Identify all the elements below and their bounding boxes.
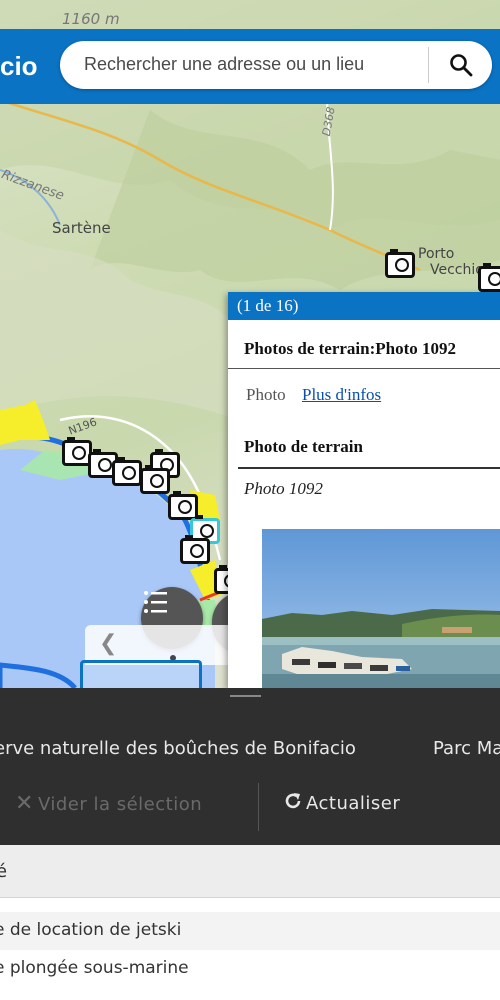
clear-selection-label: Vider la sélection: [37, 794, 203, 815]
popup-counter: (1 de 16): [237, 296, 299, 315]
popup-divider: [238, 467, 500, 469]
field-photo[interactable]: [262, 529, 500, 688]
search-input[interactable]: Rechercher une adresse ou un lieu: [84, 54, 364, 75]
photo-marker-icon[interactable]: [140, 465, 170, 494]
search-button[interactable]: [432, 41, 490, 89]
feature-carousel[interactable]: ❮: [85, 625, 230, 665]
feature-popup: (1 de 16) Photos de terrain:Photo 1092 P…: [228, 292, 500, 688]
list-header: é: [0, 845, 500, 898]
photo-field-label: Photo: [246, 385, 286, 404]
refresh-label: Actualiser: [306, 793, 401, 814]
tab-parc-marin[interactable]: Parc Ma: [433, 738, 500, 759]
photo-marker-icon[interactable]: [478, 263, 500, 292]
app-header: cio Rechercher une adresse ou un lieu: [0, 29, 500, 104]
list-item-label: e plongée sous-marine: [0, 958, 189, 978]
clear-selection-button[interactable]: ✕ Vider la sélection: [15, 791, 202, 816]
more-info-link[interactable]: Plus d'infos: [302, 385, 381, 405]
popup-title: Photos de terrain:Photo 1092: [244, 339, 457, 358]
photo-marker-icon[interactable]: [180, 535, 210, 564]
photo-caption: Photo 1092: [244, 479, 323, 498]
popup-divider: [228, 368, 500, 369]
list-item[interactable]: e plongée sous-marine: [0, 950, 500, 988]
popup-type-heading: Photo de terrain: [244, 437, 363, 456]
app-title: cio: [0, 51, 38, 81]
popup-header: (1 de 16): [228, 292, 500, 320]
refresh-button[interactable]: Actualiser: [283, 791, 400, 814]
panel-toolbar: ✕ Vider la sélection Actualiser: [0, 783, 500, 833]
search-bar[interactable]: Rechercher une adresse ou un lieu: [60, 41, 492, 89]
photo-marker-icon[interactable]: [168, 491, 198, 520]
selected-carousel-card[interactable]: [80, 660, 202, 688]
tab-reserve-bonifacio[interactable]: erve naturelle des boûches de Bonifacio: [0, 738, 356, 759]
panel-resize-handle[interactable]: [230, 695, 261, 697]
chevron-left-icon[interactable]: ❮: [99, 631, 117, 656]
list-icon: [144, 591, 167, 613]
toolbar-divider: [258, 783, 259, 831]
list-item[interactable]: e de location de jetski: [0, 912, 500, 950]
photo-marker-icon[interactable]: [112, 457, 142, 486]
search-icon: [450, 54, 473, 77]
map-label-elevation: 1160 m: [62, 10, 120, 28]
search-divider: [428, 47, 429, 83]
field-photo-image: [262, 529, 500, 688]
close-icon: ✕: [15, 791, 34, 816]
map-label-vecchio: Vecchio: [430, 262, 484, 278]
map-label-porto: Porto: [418, 246, 455, 262]
photo-marker-icon[interactable]: [385, 249, 415, 278]
attribute-panel: erve naturelle des boûches de Bonifacio …: [0, 688, 500, 845]
map-label-sartene: Sartène: [52, 219, 111, 237]
list-header-label: é: [0, 861, 8, 882]
list-item-label: e de location de jetski: [0, 920, 182, 940]
refresh-icon: [285, 793, 301, 809]
